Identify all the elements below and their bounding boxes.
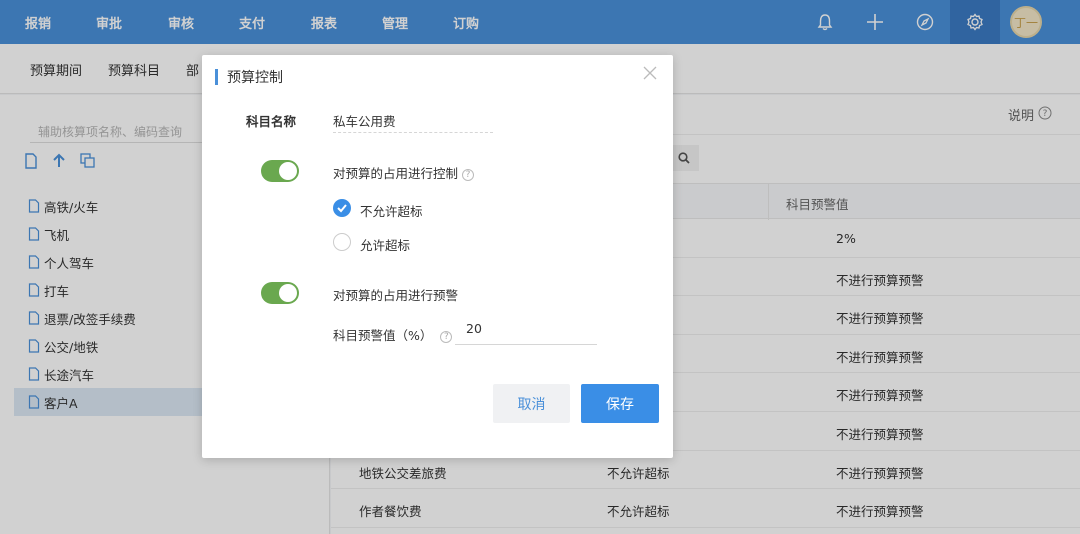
radio-allow-overrun[interactable] [333,233,351,251]
control-toggle[interactable] [261,160,299,182]
radio-disallow-overrun[interactable] [333,199,351,217]
toggle-knob [279,162,297,180]
option-disallow-label: 不允许超标 [360,204,423,219]
warning-toggle[interactable] [261,282,299,304]
control-label-row: 对预算的占用进行控制? [333,163,475,182]
warning-value-label: 科目预警值（%） [333,328,433,343]
option-allow-label: 允许超标 [360,238,411,253]
budget-control-dialog: 预算控制 科目名称 私车公用费 对预算的占用进行控制? 不允许超标 允许超标 对… [202,55,673,458]
subject-name-value: 私车公用费 [333,107,493,133]
control-label: 对预算的占用进行控制 [333,166,459,181]
warning-value-label-row: 科目预警值（%）? [333,325,453,344]
help-icon[interactable]: ? [440,330,453,343]
save-button[interactable]: 保存 [581,384,659,423]
cancel-button[interactable]: 取消 [493,384,570,423]
dialog-title: 预算控制 [215,67,283,87]
help-icon[interactable]: ? [462,168,475,181]
toggle-knob [279,284,297,302]
warning-label: 对预算的占用进行预警 [333,288,459,303]
close-icon[interactable] [642,65,660,83]
warning-value-input[interactable]: 20 [455,317,597,345]
subject-name-label: 科目名称 [246,114,297,129]
